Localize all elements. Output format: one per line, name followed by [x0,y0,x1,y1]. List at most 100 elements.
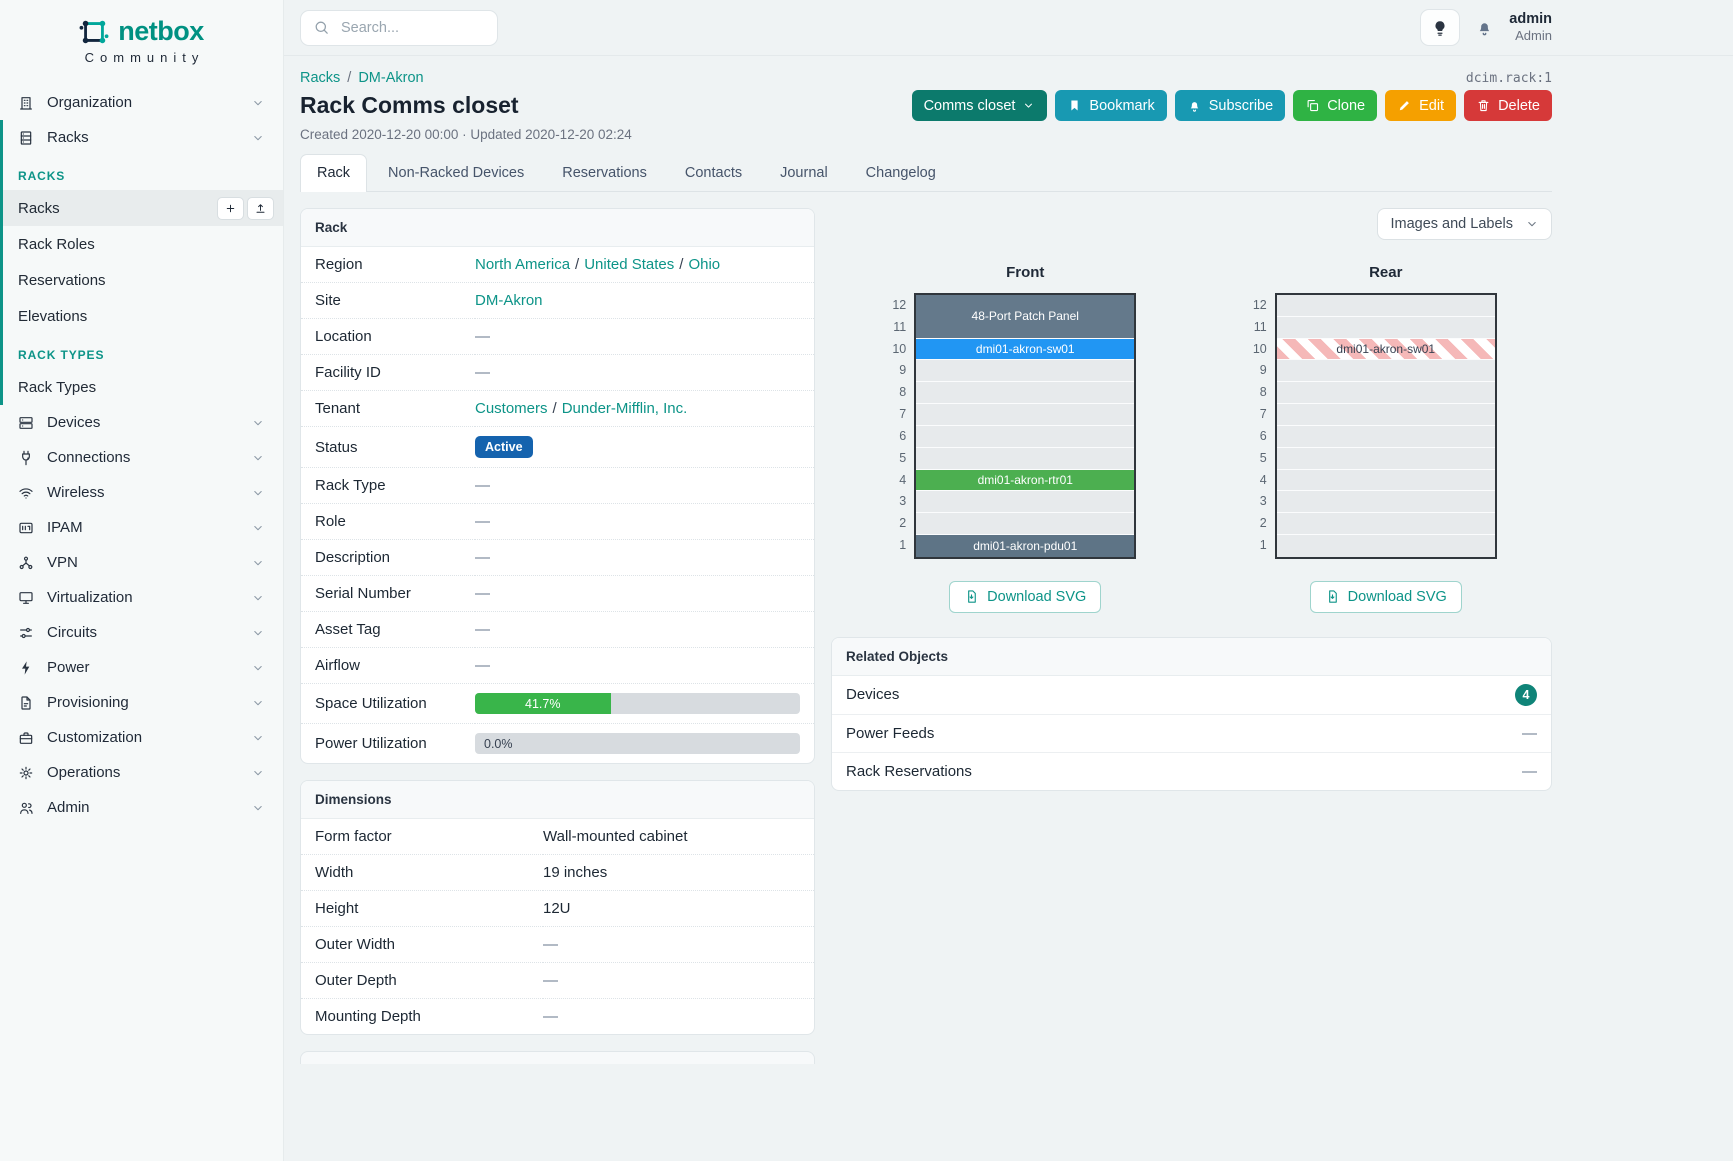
object-id: dcim.rack:1 [1466,71,1552,86]
sidebar-item-label: Rack Types [18,379,96,396]
value-link-ohio[interactable]: Ohio [688,256,720,273]
sidebar-item-operations[interactable]: Operations [0,755,283,790]
elevation-display-select[interactable]: Images and Labels [1377,208,1552,240]
sidebar-item-reservations[interactable]: Reservations [3,262,283,298]
rack-unit-empty[interactable] [1277,317,1495,339]
sidebar-item-power[interactable]: Power [0,650,283,685]
tab-changelog[interactable]: Changelog [849,154,953,191]
sidebar-item-label: Provisioning [47,694,129,711]
sidebar-item-wireless[interactable]: Wireless [0,475,283,510]
notifications-button[interactable] [1475,18,1494,37]
row-value: 12U [543,891,814,927]
tab-journal[interactable]: Journal [763,154,845,191]
sidebar-item-label: Rack Roles [18,236,95,253]
download-svg-button-front[interactable]: Download SVG [949,581,1101,613]
delete-button[interactable]: Delete [1464,90,1552,121]
chevron-down-icon [251,131,265,145]
sidebar-item-vpn[interactable]: VPN [0,545,283,580]
sidebar-item-label: Power [47,659,90,676]
rack-unit-empty[interactable] [916,448,1134,470]
rack-unit-empty[interactable] [916,360,1134,382]
theme-toggle-button[interactable] [1420,9,1460,46]
related-row-rack-reservations[interactable]: Rack Reservations— [832,752,1551,790]
value-link-united-states[interactable]: United States [584,256,674,273]
sidebar-item-devices[interactable]: Devices [0,405,283,440]
bookmark-button[interactable]: Bookmark [1055,90,1166,121]
related-objects-panel: Related Objects Devices4Power Feeds—Rack… [831,637,1552,791]
tab-rack[interactable]: Rack [300,154,367,192]
search-box[interactable] [300,10,498,46]
rack-front: 12111098765432148-Port Patch Paneldmi01-… [886,293,1136,559]
object-dropdown-button[interactable]: Comms closet [912,90,1048,121]
document-icon [18,695,34,711]
rack-unit-dmi01-akron-sw01[interactable]: dmi01-akron-sw01 [916,339,1134,361]
rack-unit-empty[interactable] [1277,513,1495,535]
tab-non-racked-devices[interactable]: Non-Racked Devices [371,154,541,191]
breadcrumb-racks-link[interactable]: Racks [300,70,340,86]
briefcase-icon [18,730,34,746]
rack-unit-empty[interactable] [1277,491,1495,513]
value-link-dunder-mifflin-inc[interactable]: Dunder-Mifflin, Inc. [562,400,688,417]
sidebar-item-provisioning[interactable]: Provisioning [0,685,283,720]
tab-reservations[interactable]: Reservations [545,154,664,191]
building-icon [18,95,34,111]
row-value: DM-Akron [475,283,814,319]
rack-unit-empty[interactable] [1277,426,1495,448]
rack-unit-empty[interactable] [1277,360,1495,382]
row-value: Active [475,427,814,468]
subscribe-button[interactable]: Subscribe [1175,90,1285,121]
rack-unit-empty[interactable] [916,513,1134,535]
rack-unit-empty[interactable] [916,426,1134,448]
bell-icon [1475,18,1494,37]
link-separator: / [679,256,683,273]
rack-unit-empty[interactable] [1277,470,1495,492]
import-button[interactable] [247,197,274,220]
row-label: Asset Tag [301,612,475,648]
user-name: admin [1509,11,1552,28]
sidebar-item-ipam[interactable]: IPAM [0,510,283,545]
tab-contacts[interactable]: Contacts [668,154,759,191]
rack-unit-empty[interactable] [1277,382,1495,404]
rack-unit-empty[interactable] [1277,448,1495,470]
sidebar-item-customization[interactable]: Customization [0,720,283,755]
related-row-power-feeds[interactable]: Power Feeds— [832,714,1551,752]
sidebar-item-rack-types[interactable]: Rack Types [3,369,283,405]
search-input[interactable] [339,19,485,37]
empty-value: — [1522,725,1537,742]
value-link-north-america[interactable]: North America [475,256,570,273]
rack-unit-empty[interactable] [916,491,1134,513]
sidebar-item-virtualization[interactable]: Virtualization [0,580,283,615]
rack-unit-48-port-patch-panel[interactable]: 48-Port Patch Panel [916,295,1134,339]
add-button[interactable] [217,197,244,220]
sidebar-item-admin[interactable]: Admin [0,790,283,825]
rack-unit-empty[interactable] [1277,295,1495,317]
row-value: — [475,612,814,648]
download-svg-button-rear[interactable]: Download SVG [1310,581,1462,613]
sidebar-item-label: Connections [47,449,130,466]
empty-value: — [475,513,490,530]
sidebar-item-label: Devices [47,414,100,431]
sidebar-item-racks[interactable]: Racks [3,190,283,226]
rack-unit-empty[interactable] [916,382,1134,404]
sidebar-item-elevations[interactable]: Elevations [3,298,283,334]
value-link-dm-akron[interactable]: DM-Akron [475,292,543,309]
rack-unit-dmi01-akron-pdu01[interactable]: dmi01-akron-pdu01 [916,535,1134,557]
sidebar-item-racks[interactable]: Racks [3,120,283,155]
rack-unit-dmi01-akron-sw01[interactable]: dmi01-akron-sw01 [1277,339,1495,361]
sidebar-item-circuits[interactable]: Circuits [0,615,283,650]
related-row-devices[interactable]: Devices4 [832,676,1551,714]
rack-panel-title: Rack [301,209,814,247]
user-menu[interactable]: admin Admin [1509,11,1552,44]
breadcrumb-site-link[interactable]: DM-Akron [358,70,423,86]
rack-unit-empty[interactable] [916,404,1134,426]
sidebar-item-connections[interactable]: Connections [0,440,283,475]
rack-unit-empty[interactable] [1277,404,1495,426]
rack-unit-dmi01-akron-rtr01[interactable]: dmi01-akron-rtr01 [916,470,1134,492]
sidebar-item-organization[interactable]: Organization [0,85,283,120]
clone-button[interactable]: Clone [1293,90,1377,121]
sidebar-item-rack-roles[interactable]: Rack Roles [3,226,283,262]
rack-unit-empty[interactable] [1277,535,1495,557]
value-link-customers[interactable]: Customers [475,400,548,417]
edit-button[interactable]: Edit [1385,90,1456,121]
row-label: Role [301,504,475,540]
